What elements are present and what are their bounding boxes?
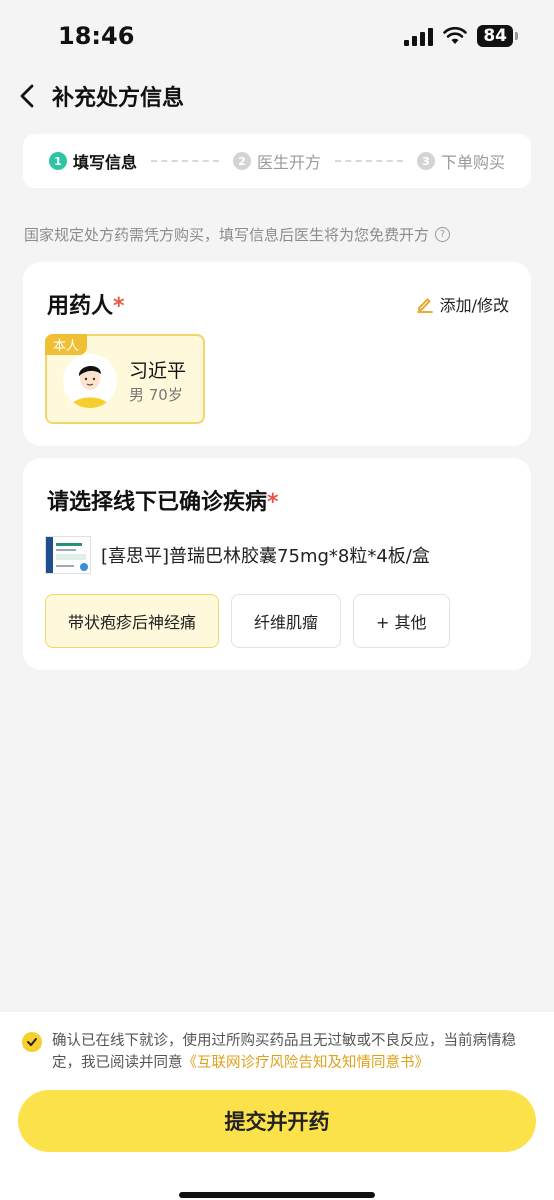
patient-section-title: 用药人* — [47, 288, 125, 320]
agreement-text: 确认已在线下就诊，使用过所购买药品且无过敏或不良反应，当前病情稳定，我已阅读并同… — [52, 1030, 534, 1074]
step-number: 1 — [49, 152, 67, 170]
notice-text: 国家规定处方药需凭方购买，填写信息后医生将为您免费开方 — [24, 226, 430, 244]
add-edit-patient-button[interactable]: 添加/修改 — [416, 292, 509, 316]
disease-card: 请选择线下已确诊疾病* [喜思平]普瑞巴林胶囊75mg*8粒*4板/盒 带状疱疹… — [23, 458, 531, 670]
wifi-icon — [443, 27, 468, 44]
step-label: 填写信息 — [73, 153, 138, 172]
nav-bar: 补充处方信息 — [0, 72, 554, 122]
step-progress: 1 填写信息 2 医生开方 3 下单购买 — [23, 134, 531, 188]
patient-card: 用药人* 添加/修改 本人 习近平 男 70岁 — [23, 262, 531, 446]
checkbox-checked-icon[interactable] — [22, 1032, 42, 1052]
step-doctor-prescribe: 2 医生开方 — [233, 149, 321, 173]
consent-form-link[interactable]: 《互联网诊疗风险告知及知情同意书》 — [183, 1055, 430, 1071]
battery-icon: 84 — [477, 25, 518, 47]
status-time: 18:46 — [58, 22, 135, 50]
disease-option-other[interactable]: + 其他 — [353, 594, 450, 648]
step-label: 医生开方 — [257, 153, 322, 172]
drug-package-image — [45, 536, 91, 574]
drug-row: [喜思平]普瑞巴林胶囊75mg*8粒*4板/盒 — [45, 536, 430, 574]
step-fill-info: 1 填写信息 — [49, 149, 137, 173]
patient-gender-age: 男 70岁 — [129, 386, 183, 404]
status-icons: 84 — [404, 25, 518, 47]
page-title: 补充处方信息 — [52, 86, 185, 111]
back-arrow-icon[interactable] — [14, 82, 42, 110]
home-indicator — [179, 1192, 375, 1198]
submit-prescription-button[interactable]: 提交并开药 — [18, 1090, 536, 1152]
step-label: 下单购买 — [441, 153, 506, 172]
cellular-signal-icon — [404, 26, 434, 46]
required-mark: * — [267, 490, 279, 515]
step-place-order: 3 下单购买 — [417, 149, 505, 173]
required-mark: * — [113, 294, 125, 319]
pencil-icon — [416, 298, 433, 313]
disease-option[interactable]: 纤维肌瘤 — [231, 594, 342, 648]
section-title-text: 请选择线下已确诊疾病 — [47, 490, 268, 515]
section-title-text: 用药人 — [47, 294, 114, 319]
step-number: 2 — [233, 152, 251, 170]
drug-name: [喜思平]普瑞巴林胶囊75mg*8粒*4板/盒 — [101, 546, 430, 567]
agreement-row: 确认已在线下就诊，使用过所购买药品且无过敏或不良反应，当前病情稳定，我已阅读并同… — [22, 1030, 534, 1074]
prescription-notice: 国家规定处方药需凭方购买，填写信息后医生将为您免费开方 ? — [24, 224, 451, 245]
help-icon[interactable]: ? — [435, 227, 451, 242]
step-divider — [151, 160, 219, 162]
step-number: 3 — [417, 152, 435, 170]
step-divider — [335, 160, 403, 162]
battery-level: 84 — [477, 25, 513, 47]
disease-option-selected[interactable]: 带状疱疹后神经痛 — [45, 594, 220, 648]
patient-option-selected[interactable]: 本人 习近平 男 70岁 — [45, 334, 205, 424]
bottom-panel: 确认已在线下就诊，使用过所购买药品且无过敏或不良反应，当前病情稳定，我已阅读并同… — [0, 1012, 554, 1200]
disease-options: 带状疱疹后神经痛 纤维肌瘤 + 其他 — [45, 594, 450, 648]
self-badge: 本人 — [45, 334, 88, 355]
status-bar: 18:46 84 — [0, 0, 554, 72]
patient-name: 习近平 — [129, 360, 187, 382]
disease-section-title: 请选择线下已确诊疾病* — [47, 484, 279, 516]
add-edit-label: 添加/修改 — [439, 296, 509, 315]
avatar — [63, 354, 117, 408]
